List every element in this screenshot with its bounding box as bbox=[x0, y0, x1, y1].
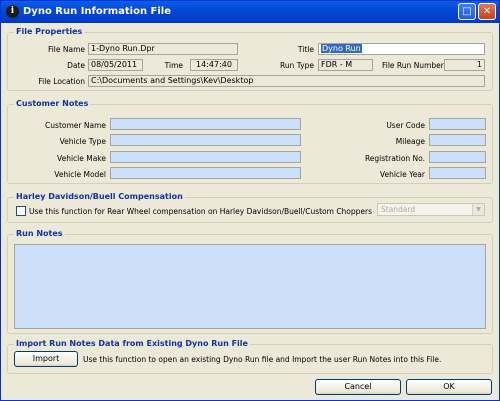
vehicle-year-label: Vehicle Year bbox=[379, 170, 425, 179]
user-code-input[interactable] bbox=[429, 118, 486, 130]
time-label: Time bbox=[164, 61, 183, 70]
vehicle-type-label: Vehicle Type bbox=[59, 137, 106, 146]
mileage-label: Mileage bbox=[395, 137, 425, 146]
time-field: 14:47:40 bbox=[190, 59, 238, 71]
import-description: Use this function to open an existing Dy… bbox=[83, 355, 442, 364]
cancel-button[interactable]: Cancel bbox=[315, 379, 401, 395]
vehicle-make-label: Vehicle Make bbox=[57, 154, 106, 163]
title-bar[interactable]: i Dyno Run Information File □ ✕ bbox=[1, 1, 499, 23]
vehicle-model-label: Vehicle Model bbox=[54, 170, 106, 179]
date-field: 08/05/2011 bbox=[88, 59, 143, 71]
vehicle-make-input[interactable] bbox=[110, 151, 301, 163]
mileage-input[interactable] bbox=[429, 134, 486, 146]
run-type-label: Run Type bbox=[280, 61, 314, 70]
file-name-label: File Name bbox=[47, 45, 85, 54]
maximize-button[interactable]: □ bbox=[458, 3, 476, 20]
dialog-window: i Dyno Run Information File □ ✕ File Pro… bbox=[0, 0, 500, 401]
window-title: Dyno Run Information File bbox=[23, 6, 172, 17]
file-location-label: File Location bbox=[38, 77, 85, 86]
date-label: Date bbox=[67, 61, 85, 70]
user-code-label: User Code bbox=[386, 121, 425, 130]
registration-label: Registration No. bbox=[364, 154, 425, 163]
harley-title: Harley Davidson/Buell Compensation bbox=[14, 192, 185, 201]
vehicle-type-input[interactable] bbox=[110, 134, 301, 146]
run-notes-title: Run Notes bbox=[14, 229, 65, 238]
import-button[interactable]: Import bbox=[14, 351, 78, 367]
ok-button[interactable]: OK bbox=[406, 379, 492, 395]
rear-wheel-compensation-label: Use this function for Rear Wheel compens… bbox=[29, 207, 373, 216]
title-label: Title bbox=[297, 45, 314, 54]
customer-name-input[interactable] bbox=[110, 118, 301, 130]
info-icon: i bbox=[6, 5, 19, 18]
file-run-number-label: File Run Number bbox=[382, 61, 444, 70]
vehicle-model-input[interactable] bbox=[110, 167, 301, 179]
compensation-dropdown[interactable]: Standard ▼ bbox=[377, 203, 485, 216]
vehicle-year-input[interactable] bbox=[429, 167, 486, 179]
file-run-number-field: 1 bbox=[444, 59, 485, 71]
close-button[interactable]: ✕ bbox=[478, 3, 496, 20]
chevron-down-icon: ▼ bbox=[472, 204, 484, 215]
registration-input[interactable] bbox=[429, 151, 486, 163]
file-name-field: 1-Dyno Run.Dpr bbox=[88, 43, 238, 55]
run-type-field: FDR - M bbox=[318, 59, 373, 71]
title-value: Dyno Run bbox=[321, 44, 362, 53]
import-title: Import Run Notes Data from Existing Dyno… bbox=[14, 339, 250, 348]
customer-name-label: Customer Name bbox=[45, 121, 106, 130]
customer-notes-title: Customer Notes bbox=[14, 99, 91, 108]
rear-wheel-compensation-checkbox[interactable] bbox=[16, 206, 26, 216]
compensation-dropdown-value: Standard bbox=[381, 205, 416, 214]
file-location-field: C:\Documents and Settings\Kev\Desktop bbox=[88, 75, 485, 87]
run-notes-textarea[interactable] bbox=[14, 244, 486, 329]
file-properties-title: File Properties bbox=[14, 27, 85, 36]
title-field[interactable]: Dyno Run bbox=[318, 43, 485, 55]
